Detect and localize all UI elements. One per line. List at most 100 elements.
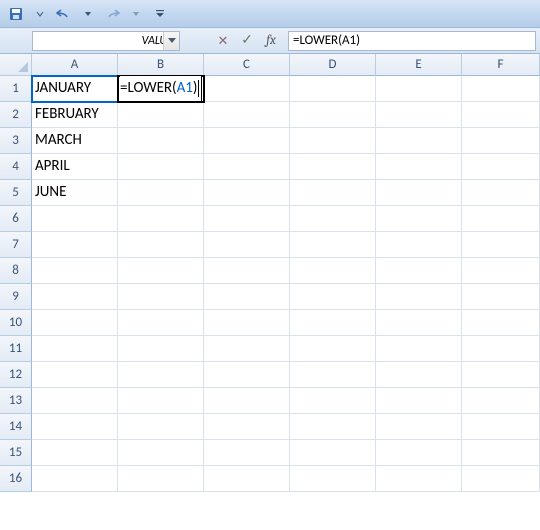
cell-E4[interactable] xyxy=(376,154,462,180)
cell-F3[interactable] xyxy=(462,128,540,154)
select-all-button[interactable] xyxy=(0,54,32,76)
cell-A16[interactable] xyxy=(32,466,118,492)
cell-E14[interactable] xyxy=(376,414,462,440)
row-header-7[interactable]: 7 xyxy=(0,232,32,258)
cell-F1[interactable] xyxy=(462,76,540,102)
cell-A4[interactable]: APRIL xyxy=(32,154,118,180)
cell-C3[interactable] xyxy=(204,128,290,154)
cell-C2[interactable] xyxy=(204,102,290,128)
row-header-15[interactable]: 15 xyxy=(0,440,32,466)
cell-B2[interactable] xyxy=(118,102,204,128)
cell-D12[interactable] xyxy=(290,362,376,388)
cell-D2[interactable] xyxy=(290,102,376,128)
cell-F10[interactable] xyxy=(462,310,540,336)
cell-A2[interactable]: FEBRUARY xyxy=(32,102,118,128)
cell-E16[interactable] xyxy=(376,466,462,492)
cell-B13[interactable] xyxy=(118,388,204,414)
cell-F14[interactable] xyxy=(462,414,540,440)
cell-D5[interactable] xyxy=(290,180,376,206)
cell-F15[interactable] xyxy=(462,440,540,466)
column-header-F[interactable]: F xyxy=(462,54,540,76)
cell-B11[interactable] xyxy=(118,336,204,362)
cell-C12[interactable] xyxy=(204,362,290,388)
row-header-5[interactable]: 5 xyxy=(0,180,32,206)
cell-B7[interactable] xyxy=(118,232,204,258)
cell-D13[interactable] xyxy=(290,388,376,414)
cell-B16[interactable] xyxy=(118,466,204,492)
cell-B3[interactable] xyxy=(118,128,204,154)
cell-E3[interactable] xyxy=(376,128,462,154)
cell-B14[interactable] xyxy=(118,414,204,440)
column-header-E[interactable]: E xyxy=(376,54,462,76)
cell-A12[interactable] xyxy=(32,362,118,388)
cell-A14[interactable] xyxy=(32,414,118,440)
cell-D6[interactable] xyxy=(290,206,376,232)
cell-E12[interactable] xyxy=(376,362,462,388)
cell-E15[interactable] xyxy=(376,440,462,466)
redo-button[interactable] xyxy=(102,4,122,24)
cell-B1[interactable]: =LOWER(A1) xyxy=(118,76,204,102)
row-header-12[interactable]: 12 xyxy=(0,362,32,388)
cell-A8[interactable] xyxy=(32,258,118,284)
cell-B4[interactable] xyxy=(118,154,204,180)
cell-F11[interactable] xyxy=(462,336,540,362)
cell-A15[interactable] xyxy=(32,440,118,466)
cell-A5[interactable]: JUNE xyxy=(32,180,118,206)
cell-F7[interactable] xyxy=(462,232,540,258)
column-header-B[interactable]: B xyxy=(118,54,204,76)
cell-D7[interactable] xyxy=(290,232,376,258)
cell-F5[interactable] xyxy=(462,180,540,206)
name-box[interactable]: VALUE xyxy=(32,31,180,51)
cell-D14[interactable] xyxy=(290,414,376,440)
cancel-formula-button[interactable]: ✕ xyxy=(212,31,234,51)
qat-customize-icon[interactable] xyxy=(150,4,170,24)
cell-E10[interactable] xyxy=(376,310,462,336)
cell-C16[interactable] xyxy=(204,466,290,492)
cell-E5[interactable] xyxy=(376,180,462,206)
cell-A1[interactable]: JANUARY xyxy=(32,76,118,102)
row-header-1[interactable]: 1 xyxy=(0,76,32,102)
cell-F16[interactable] xyxy=(462,466,540,492)
cell-E13[interactable] xyxy=(376,388,462,414)
cell-E8[interactable] xyxy=(376,258,462,284)
cell-B5[interactable] xyxy=(118,180,204,206)
cell-F12[interactable] xyxy=(462,362,540,388)
undo-button[interactable] xyxy=(54,4,74,24)
cell-A11[interactable] xyxy=(32,336,118,362)
row-header-4[interactable]: 4 xyxy=(0,154,32,180)
cell-A10[interactable] xyxy=(32,310,118,336)
row-header-9[interactable]: 9 xyxy=(0,284,32,310)
cell-C11[interactable] xyxy=(204,336,290,362)
cell-C9[interactable] xyxy=(204,284,290,310)
row-header-2[interactable]: 2 xyxy=(0,102,32,128)
row-header-14[interactable]: 14 xyxy=(0,414,32,440)
cell-E6[interactable] xyxy=(376,206,462,232)
enter-formula-button[interactable]: ✓ xyxy=(236,31,258,51)
cell-E7[interactable] xyxy=(376,232,462,258)
save-button[interactable] xyxy=(6,4,26,24)
formula-input[interactable]: =LOWER(A1) xyxy=(288,31,536,51)
cell-B12[interactable] xyxy=(118,362,204,388)
cell-D15[interactable] xyxy=(290,440,376,466)
cell-C14[interactable] xyxy=(204,414,290,440)
cell-D10[interactable] xyxy=(290,310,376,336)
cell-D11[interactable] xyxy=(290,336,376,362)
row-header-8[interactable]: 8 xyxy=(0,258,32,284)
cell-C4[interactable] xyxy=(204,154,290,180)
cell-D9[interactable] xyxy=(290,284,376,310)
cell-E9[interactable] xyxy=(376,284,462,310)
cell-C6[interactable] xyxy=(204,206,290,232)
cell-F13[interactable] xyxy=(462,388,540,414)
cell-F2[interactable] xyxy=(462,102,540,128)
redo-dropdown-icon[interactable] xyxy=(126,4,146,24)
cell-E1[interactable] xyxy=(376,76,462,102)
column-header-D[interactable]: D xyxy=(290,54,376,76)
cell-C8[interactable] xyxy=(204,258,290,284)
cell-F8[interactable] xyxy=(462,258,540,284)
cell-C7[interactable] xyxy=(204,232,290,258)
column-header-A[interactable]: A xyxy=(32,54,118,76)
cell-C1[interactable] xyxy=(204,76,290,102)
row-header-6[interactable]: 6 xyxy=(0,206,32,232)
cell-A9[interactable] xyxy=(32,284,118,310)
cell-C13[interactable] xyxy=(204,388,290,414)
